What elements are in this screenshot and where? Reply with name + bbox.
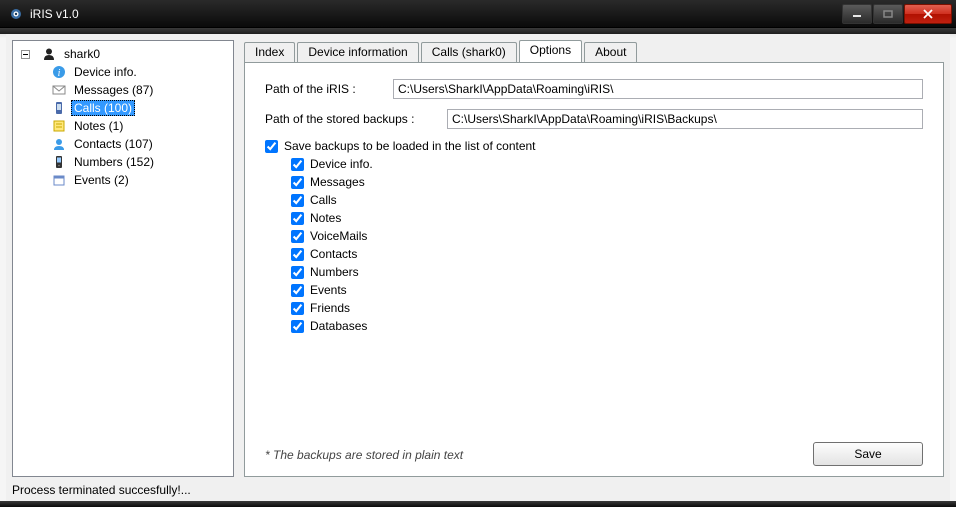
statusbar: Process terminated succesfully!... <box>6 481 950 501</box>
backup-item-row: Events <box>291 283 923 297</box>
phone-icon <box>51 100 67 116</box>
window-frame: shark0 i Device info. Messages (87) <box>0 28 956 501</box>
tree-children: i Device info. Messages (87) Calls (100) <box>19 63 233 189</box>
tab-device-information[interactable]: Device information <box>297 42 418 63</box>
maximize-button[interactable] <box>873 4 903 24</box>
tree-item-numbers[interactable]: Numbers (152) <box>51 153 233 171</box>
tab-calls[interactable]: Calls (shark0) <box>421 42 517 63</box>
path-iris-row: Path of the iRIS : <box>265 79 923 99</box>
backup-item-label: Contacts <box>310 247 357 261</box>
tree-item-events[interactable]: Events (2) <box>51 171 233 189</box>
tab-label: Calls (shark0) <box>432 45 506 59</box>
tab-label: Device information <box>308 45 407 59</box>
tree-item-notes[interactable]: Notes (1) <box>51 117 233 135</box>
backup-item-label: Device info. <box>310 157 373 171</box>
path-iris-label: Path of the iRIS : <box>265 82 393 96</box>
backup-item-label: Databases <box>310 319 367 333</box>
tree-root-label: shark0 <box>61 46 103 62</box>
minimize-button[interactable] <box>842 4 872 24</box>
window-controls <box>841 4 952 24</box>
tree-item-label: Contacts (107) <box>71 136 156 152</box>
envelope-icon <box>51 82 67 98</box>
backup-items-list: Device info. Messages Calls Notes VoiceM… <box>265 157 923 333</box>
close-button[interactable] <box>904 4 952 24</box>
backup-item-row: Device info. <box>291 157 923 171</box>
tree-item-label: Numbers (152) <box>71 154 157 170</box>
backup-item-label: Numbers <box>310 265 359 279</box>
save-button[interactable]: Save <box>813 442 923 466</box>
backup-item-label: Friends <box>310 301 350 315</box>
right-area: Index Device information Calls (shark0) … <box>244 40 944 477</box>
tree-item-calls[interactable]: Calls (100) <box>51 99 233 117</box>
save-backups-label: Save backups to be loaded in the list of… <box>284 139 536 153</box>
backup-item-row: Databases <box>291 319 923 333</box>
client-area: shark0 i Device info. Messages (87) <box>6 34 950 501</box>
backup-item-row: Messages <box>291 175 923 189</box>
backup-item-checkbox[interactable] <box>291 194 304 207</box>
tree-item-messages[interactable]: Messages (87) <box>51 81 233 99</box>
backup-item-row: Friends <box>291 301 923 315</box>
tab-index[interactable]: Index <box>244 42 295 63</box>
tab-label: About <box>595 45 626 59</box>
backup-item-checkbox[interactable] <box>291 266 304 279</box>
window-bottom-edge <box>0 501 956 507</box>
titlebar[interactable]: iRIS v1.0 <box>0 0 956 28</box>
calendar-icon <box>51 172 67 188</box>
path-iris-input[interactable] <box>393 79 923 99</box>
backup-item-label: Messages <box>310 175 365 189</box>
tree-item-device-info[interactable]: i Device info. <box>51 63 233 81</box>
tree-item-contacts[interactable]: Contacts (107) <box>51 135 233 153</box>
tree-root-row[interactable]: shark0 <box>19 45 233 63</box>
app-icon <box>8 6 24 22</box>
path-backups-label: Path of the stored backups : <box>265 112 447 126</box>
path-backups-input[interactable] <box>447 109 923 129</box>
backup-item-row: VoiceMails <box>291 229 923 243</box>
backup-item-row: Notes <box>291 211 923 225</box>
cellphone-icon <box>51 154 67 170</box>
window-title: iRIS v1.0 <box>30 7 79 21</box>
backup-item-checkbox[interactable] <box>291 176 304 189</box>
backup-item-checkbox[interactable] <box>291 248 304 261</box>
options-panel: Path of the iRIS : Path of the stored ba… <box>244 62 944 477</box>
footnote: * The backups are stored in plain text <box>265 448 463 462</box>
collapse-icon[interactable] <box>19 48 31 60</box>
backup-item-label: VoiceMails <box>310 229 367 243</box>
backup-item-row: Calls <box>291 193 923 207</box>
tab-label: Index <box>255 45 284 59</box>
backup-item-checkbox[interactable] <box>291 284 304 297</box>
backup-item-checkbox[interactable] <box>291 320 304 333</box>
save-backups-checkbox[interactable] <box>265 140 278 153</box>
status-text: Process terminated succesfully!... <box>12 483 191 497</box>
backup-item-checkbox[interactable] <box>291 212 304 225</box>
backup-item-checkbox[interactable] <box>291 158 304 171</box>
tab-label: Options <box>530 43 571 57</box>
app-window: iRIS v1.0 <box>0 0 956 507</box>
save-backups-row: Save backups to be loaded in the list of… <box>265 139 923 153</box>
backup-item-label: Calls <box>310 193 337 207</box>
path-backups-row: Path of the stored backups : <box>265 109 923 129</box>
tabstrip: Index Device information Calls (shark0) … <box>244 40 944 62</box>
note-icon <box>51 118 67 134</box>
backup-item-label: Events <box>310 283 347 297</box>
person-icon <box>51 136 67 152</box>
tree-panel[interactable]: shark0 i Device info. Messages (87) <box>12 40 234 477</box>
tree-item-label: Calls (100) <box>71 100 135 116</box>
info-icon: i <box>51 64 67 80</box>
backup-item-row: Numbers <box>291 265 923 279</box>
backup-item-checkbox[interactable] <box>291 302 304 315</box>
tree-item-label: Device info. <box>71 64 140 80</box>
tree-item-label: Notes (1) <box>71 118 126 134</box>
tree-item-label: Messages (87) <box>71 82 156 98</box>
tab-about[interactable]: About <box>584 42 637 63</box>
backup-item-checkbox[interactable] <box>291 230 304 243</box>
backup-item-row: Contacts <box>291 247 923 261</box>
svg-text:i: i <box>58 68 61 79</box>
tree-item-label: Events (2) <box>71 172 132 188</box>
backup-item-label: Notes <box>310 211 341 225</box>
user-icon <box>41 46 57 62</box>
tab-options[interactable]: Options <box>519 40 582 62</box>
